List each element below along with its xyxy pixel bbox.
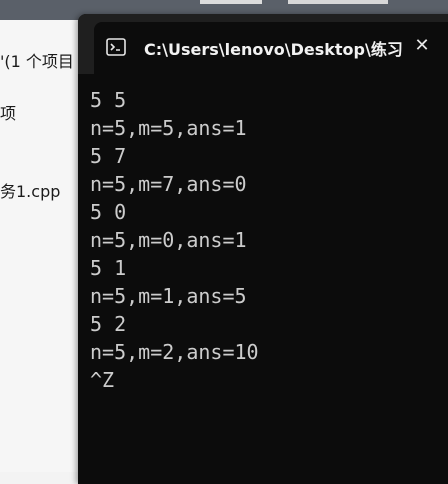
terminal-tab[interactable]: C:\Users\lenovo\Desktop\练习 ✕ [94, 22, 448, 74]
console-line: 5 5 [90, 88, 127, 112]
console-output[interactable]: 5 5 n=5,m=5,ans=1 5 7 n=5,m=7,ans=0 5 0 … [90, 86, 440, 394]
console-line: n=5,m=0,ans=1 [90, 228, 247, 252]
console-line: n=5,m=1,ans=5 [90, 284, 247, 308]
console-line: n=5,m=5,ans=1 [90, 116, 247, 140]
background-window-tab [200, 0, 262, 4]
file-name-label[interactable]: 务1.cpp [0, 178, 60, 202]
console-icon [106, 38, 126, 56]
close-icon[interactable]: ✕ [412, 36, 432, 56]
item-count-text: '(1 个项目 [0, 52, 74, 71]
console-line: 5 0 [90, 200, 127, 224]
console-line: 5 7 [90, 144, 127, 168]
background-window-tab [288, 0, 388, 4]
tab-title: C:\Users\lenovo\Desktop\练习 [144, 40, 403, 59]
console-line: n=5,m=2,ans=10 [90, 340, 259, 364]
terminal-titlebar: C:\Users\lenovo\Desktop\练习 ✕ [78, 14, 448, 74]
console-line: 5 2 [90, 312, 127, 336]
terminal-window: C:\Users\lenovo\Desktop\练习 ✕ 5 5 n=5,m=5… [78, 14, 448, 484]
background-item-label: 项 [0, 104, 17, 123]
console-line: n=5,m=7,ans=0 [90, 172, 247, 196]
console-line: 5 1 [90, 256, 127, 280]
background-explorer-panel: '(1 个项目 项 务1.cpp [0, 20, 80, 472]
console-line: ^Z [90, 368, 115, 392]
